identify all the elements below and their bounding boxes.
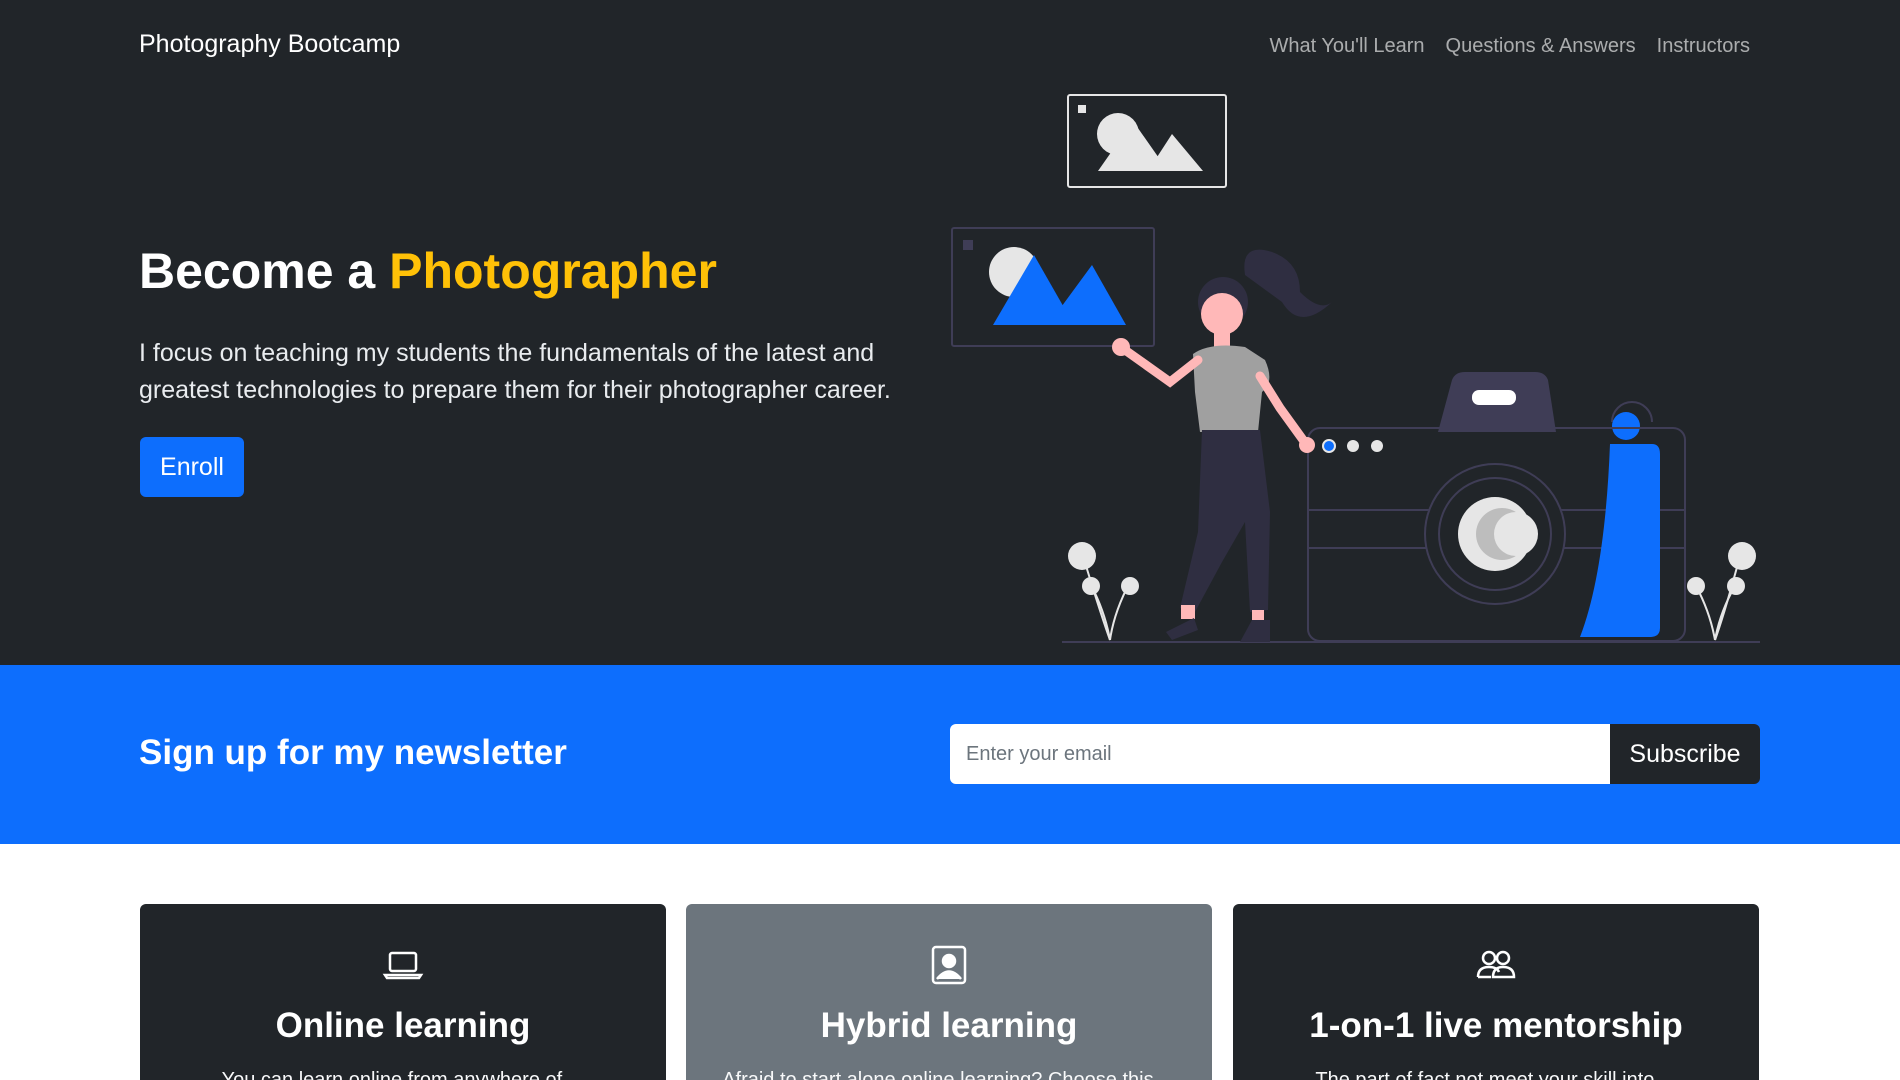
hero-illustration (951, 94, 1760, 643)
enroll-button[interactable]: Enroll (140, 437, 244, 497)
navbar: Photography Bootcamp What You'll Learn Q… (0, 0, 1900, 92)
card-title: Online learning (275, 1006, 531, 1045)
hero-title-accent: Photographer (389, 243, 717, 299)
hero-section: Become a Photographer I focus on teachin… (0, 92, 1900, 665)
card-hybrid-learning: Hybrid learning Afraid to start alone on… (686, 904, 1212, 1080)
card-mentorship: 1-on-1 live mentorship The part of fact … (1233, 904, 1759, 1080)
laptop-icon (382, 951, 424, 980)
features-section: Online learning You can learn online fro… (0, 844, 1900, 1080)
nav-link-instructors[interactable]: Instructors (1657, 35, 1750, 58)
woman-figure-icon (1112, 249, 1332, 642)
hero-lead: I focus on teaching my students the fund… (139, 339, 891, 404)
newsletter-form: Subscribe (950, 724, 1760, 784)
person-badge-icon (931, 945, 967, 985)
hero-title-prefix: Become a (139, 243, 390, 299)
photo-frame-blue-icon (951, 227, 1155, 347)
nav-link-what-youll-learn[interactable]: What You'll Learn (1270, 35, 1425, 58)
card-title: 1-on-1 live mentorship (1309, 1006, 1683, 1045)
newsletter-title: Sign up for my newsletter (139, 733, 567, 772)
nav-links: What You'll Learn Questions & Answers In… (1270, 35, 1751, 58)
card-text: Afraid to start alone online learning? C… (722, 1069, 1176, 1080)
camera-icon (1307, 372, 1686, 642)
nav-link-questions-answers[interactable]: Questions & Answers (1446, 35, 1636, 58)
newsletter-section: Sign up for my newsletter Subscribe (0, 665, 1900, 844)
people-icon (1476, 950, 1516, 979)
card-title: Hybrid learning (820, 1006, 1078, 1045)
plant-left-icon (1082, 555, 1131, 641)
card-text: The part of fact not meet your skill int… (1315, 1069, 1677, 1080)
plant-right-icon (1695, 555, 1741, 641)
email-input[interactable] (950, 724, 1610, 784)
photo-frame-top-icon (1067, 94, 1227, 188)
subscribe-button[interactable]: Subscribe (1610, 724, 1760, 784)
brand-logo[interactable]: Photography Bootcamp (139, 30, 400, 59)
card-text: You can learn online from anywhere of ..… (221, 1069, 585, 1080)
card-online-learning: Online learning You can learn online fro… (140, 904, 666, 1080)
hero-title: Become a Photographer (139, 242, 717, 300)
